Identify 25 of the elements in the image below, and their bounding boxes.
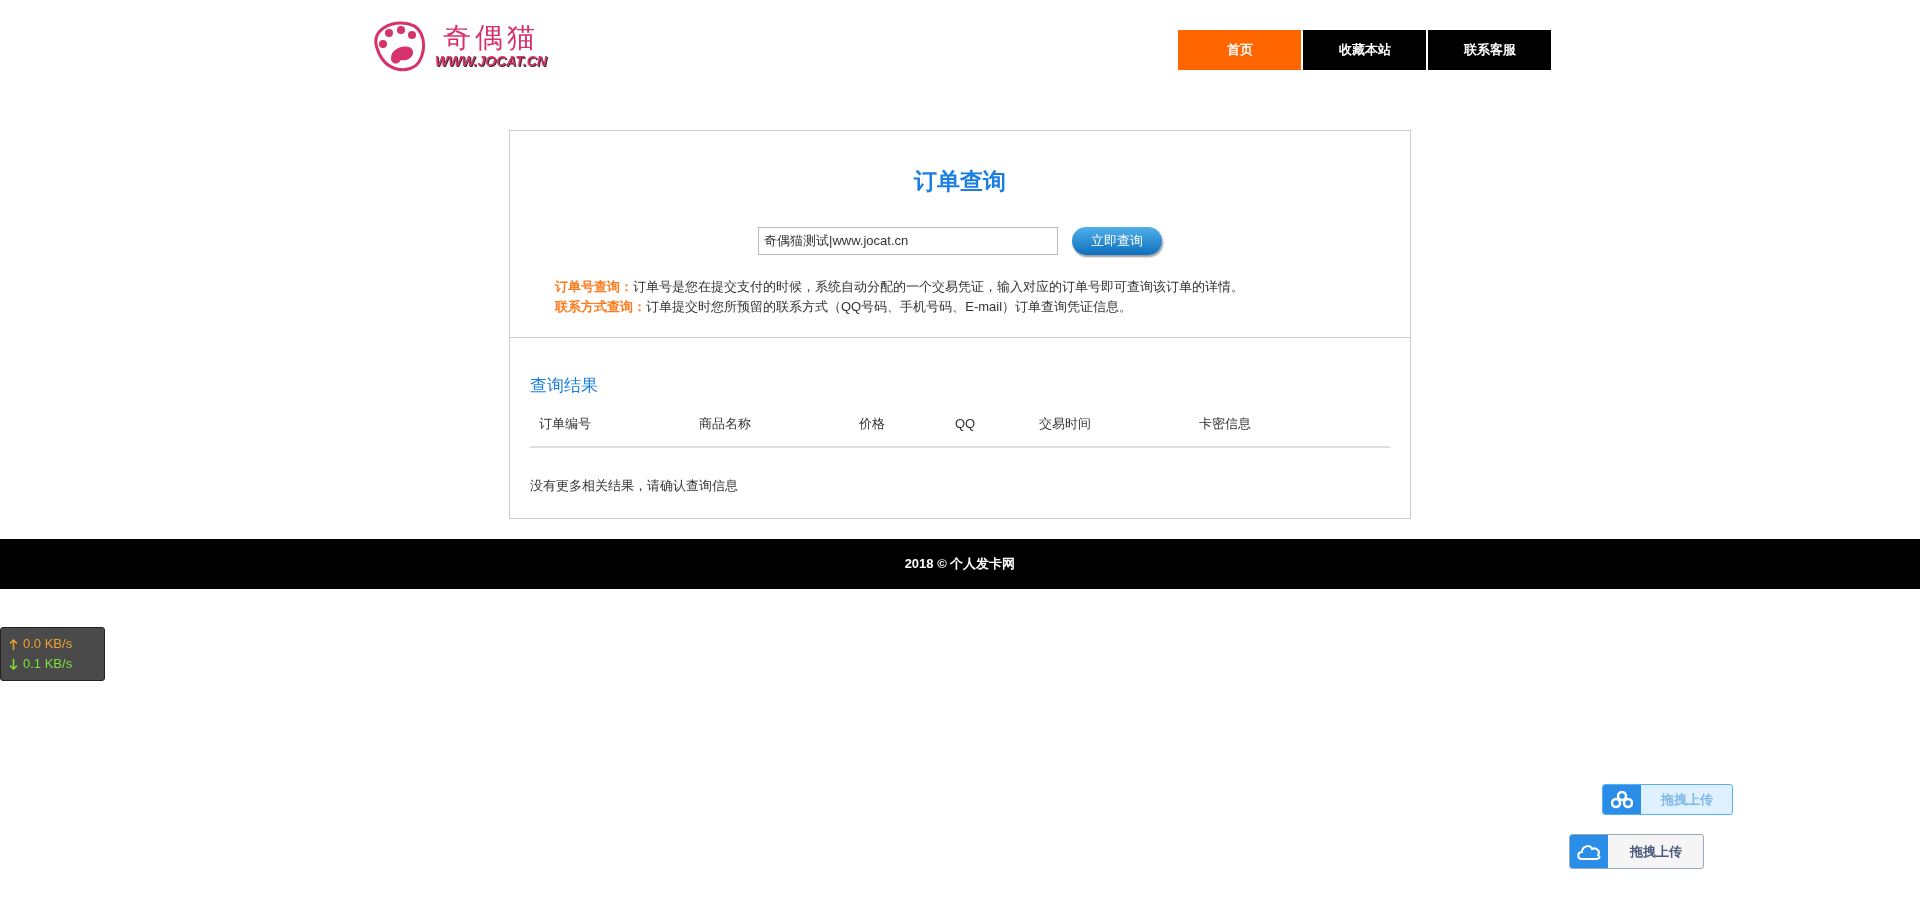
download-speed: 0.1 KB/s — [23, 655, 73, 673]
copyright-text: 2018 © 个人发卡网 — [904, 555, 1016, 573]
page-title: 订单查询 — [914, 167, 1006, 196]
query-button[interactable]: 立即查询 — [1072, 227, 1162, 255]
column-header: 交易时间 — [1039, 416, 1091, 431]
three-circles-icon — [1611, 790, 1633, 809]
column-header: 卡密信息 — [1199, 416, 1251, 431]
empty-message: 没有更多相关结果，请确认查询信息 — [530, 477, 739, 495]
nav-link[interactable]: 联系客服 — [1428, 30, 1551, 70]
column-header: 价格 — [859, 416, 885, 431]
drag-upload-button[interactable]: 拖拽上传 — [1569, 834, 1704, 869]
column-header: 订单编号 — [539, 416, 591, 431]
help-note: 订单号查询：订单号是您在提交支付的时候，系统自动分配的一个交易凭证，输入对应的订单号即可查询该订单的详情。 — [555, 278, 1245, 296]
results-title: 查询结果 — [530, 375, 599, 397]
down-arrow-icon — [9, 658, 18, 670]
column-header: 商品名称 — [699, 416, 751, 431]
column-header: QQ — [955, 416, 976, 431]
nav-link[interactable]: 收藏本站 — [1303, 30, 1426, 70]
query-input-field[interactable]: 奇偶猫测试|www.jocat.cn — [758, 227, 1058, 255]
help-note: 联系方式查询：订单提交时您所预留的联系方式（QQ号码、手机号码、E-mail）订单查询凭证信息。 — [555, 298, 1134, 316]
up-arrow-icon — [9, 638, 18, 650]
logo-url: WWW.JOCAT.CN — [435, 53, 547, 69]
logo-name: 奇偶猫 — [443, 23, 539, 53]
upload-speed: 0.0 KB/s — [23, 635, 73, 653]
cloud-icon — [1576, 842, 1602, 861]
